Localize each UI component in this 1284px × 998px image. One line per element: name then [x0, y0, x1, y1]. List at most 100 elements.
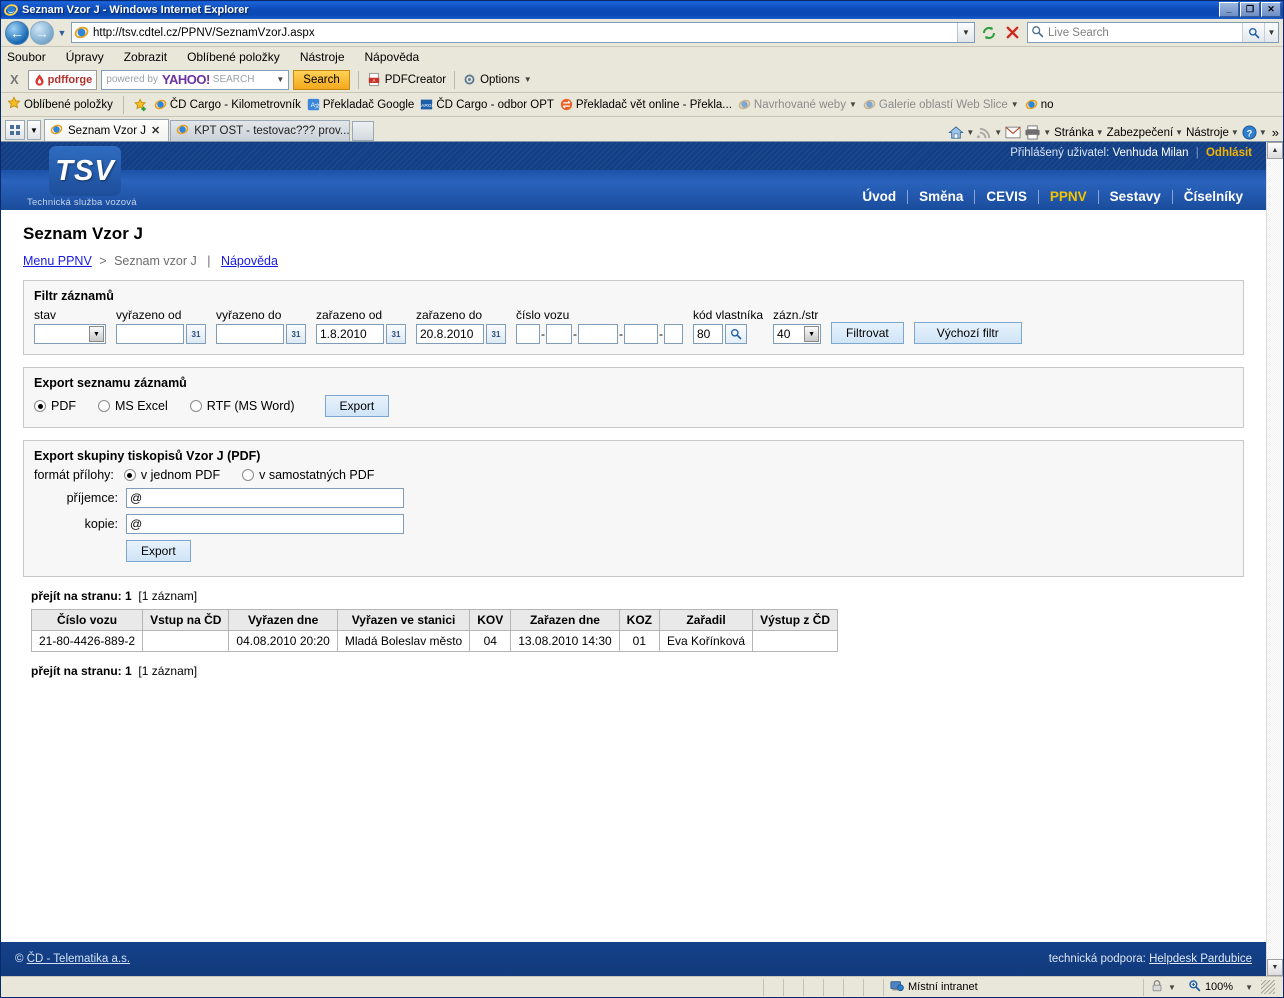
prijemce-input[interactable]: [126, 488, 404, 508]
radio-rtf-dot[interactable]: [189, 400, 202, 412]
menu-item-upravy[interactable]: Úpravy: [66, 50, 104, 64]
resize-grip[interactable]: [1261, 980, 1275, 994]
favorite-no[interactable]: no: [1025, 98, 1054, 111]
new-tab-button[interactable]: [352, 121, 375, 141]
address-dropdown-icon[interactable]: ▼: [957, 23, 974, 42]
feeds-button[interactable]: ▼: [977, 125, 1002, 140]
table-row[interactable]: 21-80-4426-889-2 04.08.2010 20:20 Mladá …: [30, 630, 839, 652]
help-menu-button[interactable]: ? ▼: [1242, 125, 1267, 140]
kod-vlastnika-input[interactable]: [693, 324, 723, 344]
logout-link[interactable]: Odhlásit: [1206, 147, 1252, 159]
print-button[interactable]: ▼: [1024, 125, 1051, 140]
restore-button[interactable]: ❐: [1240, 2, 1260, 17]
tools-caret-icon[interactable]: ▼: [1231, 128, 1239, 137]
command-bar-overflow-icon[interactable]: »: [1270, 125, 1279, 140]
home-button[interactable]: ▼: [948, 125, 974, 140]
favorite-cd-cargo-odbor-opt[interactable]: CARGO ČD Cargo - odbor OPT: [420, 98, 554, 111]
zarazeno-od-input[interactable]: [316, 324, 384, 344]
protected-mode-caret-icon[interactable]: ▼: [1168, 983, 1176, 992]
radio-v-samostatnych-pdf-dot[interactable]: [242, 469, 255, 481]
copyright-link[interactable]: ČD - Telematika a.s.: [27, 953, 130, 965]
menu-item-soubor[interactable]: Soubor: [7, 50, 46, 64]
forward-button[interactable]: →: [30, 20, 54, 45]
tab-kpt-ost[interactable]: KPT OST - testovac??? prov...: [170, 120, 351, 141]
pager-top-page[interactable]: 1: [125, 589, 132, 603]
zoom-area[interactable]: 100% ▼: [1182, 979, 1283, 995]
refresh-button[interactable]: [978, 22, 1000, 44]
pdfforge-logo[interactable]: pdfforge: [27, 69, 98, 90]
radio-v-jednom-pdf[interactable]: v jednom PDF: [123, 468, 220, 482]
cislo-vozu-part-4[interactable]: [624, 324, 658, 344]
vyrazeno-do-input[interactable]: [216, 324, 284, 344]
tab-close-icon[interactable]: ✕: [151, 124, 160, 137]
stav-dropdown-icon[interactable]: ▼: [89, 326, 104, 342]
close-toolbar-icon[interactable]: X: [5, 72, 24, 87]
menu-item-nastroje[interactable]: Nástroje: [300, 50, 345, 64]
column-koz[interactable]: KOZ: [618, 609, 661, 631]
radio-ms-excel[interactable]: MS Excel: [98, 399, 168, 413]
tools-menu-button[interactable]: Nástroje ▼: [1186, 127, 1239, 139]
quick-tabs-icon[interactable]: [5, 120, 25, 140]
options-caret-icon[interactable]: ▼: [524, 75, 532, 84]
radio-pdf-dot[interactable]: [34, 400, 46, 412]
radio-ms-excel-dot[interactable]: [98, 400, 110, 412]
scroll-down-arrow-icon[interactable]: ▼: [1267, 959, 1283, 976]
yahoo-search-input[interactable]: powered by YAHOO! SEARCH ▼: [101, 69, 290, 90]
vyrazeno-od-input[interactable]: [116, 324, 184, 344]
menu-item-oblibene-polozky[interactable]: Oblíbené položky: [187, 50, 280, 64]
tab-list-dropdown-icon[interactable]: ▼: [27, 120, 41, 140]
search-box[interactable]: Live Search ▼: [1027, 22, 1279, 43]
column-vyrazen-ve-stanici[interactable]: Vyřazen ve stanici: [336, 609, 471, 631]
feeds-caret-icon[interactable]: ▼: [994, 128, 1002, 137]
favorites-button[interactable]: Oblíbené položky: [7, 96, 113, 113]
nav-item-ppnv[interactable]: PPNV: [1039, 189, 1098, 204]
favorite-prekladac-vet-online[interactable]: Překladač vět online - Překla...: [560, 98, 732, 111]
stav-select[interactable]: ▼: [34, 324, 106, 344]
lookup-search-icon[interactable]: [725, 324, 747, 344]
scroll-up-arrow-icon[interactable]: ▲: [1267, 142, 1283, 159]
breadcrumb-menu-ppnv[interactable]: Menu PPNV: [23, 254, 92, 268]
export-list-button[interactable]: Export: [324, 395, 390, 417]
help-caret-icon[interactable]: ▼: [1259, 128, 1267, 137]
cislo-vozu-part-3[interactable]: [578, 324, 618, 344]
pdfcreator-button[interactable]: A PDFCreator: [367, 72, 446, 87]
column-kov[interactable]: KOV: [469, 609, 512, 631]
radio-v-samostatnych-pdf[interactable]: v samostatných PDF: [242, 468, 374, 482]
favorite-cd-cargo-kilometrovnik[interactable]: ČD Cargo - Kilometrovník: [154, 98, 301, 111]
radio-pdf[interactable]: PDF: [34, 399, 76, 413]
safety-caret-icon[interactable]: ▼: [1175, 128, 1183, 137]
column-zaradil[interactable]: Zařadil: [659, 609, 754, 631]
options-button[interactable]: Options ▼: [463, 73, 532, 86]
address-bar[interactable]: http://tsv.cdtel.cz/PPNV/SeznamVzorJ.asp…: [71, 22, 975, 43]
add-to-favorites-icon[interactable]: [134, 97, 148, 112]
calendar-icon-vyrazeno-od[interactable]: 31: [186, 324, 206, 344]
zazn-str-dropdown-icon[interactable]: ▼: [804, 326, 820, 342]
nav-item-smena[interactable]: Směna: [908, 189, 974, 204]
page-menu-button[interactable]: Stránka ▼: [1054, 127, 1104, 139]
calendar-icon-zarazeno-do[interactable]: 31: [486, 324, 506, 344]
calendar-icon-zarazeno-od[interactable]: 31: [386, 324, 406, 344]
vertical-scrollbar[interactable]: ▲ ▼: [1266, 142, 1283, 976]
search-submit-icon[interactable]: [1242, 23, 1264, 42]
yahoo-dropdown-icon[interactable]: ▼: [276, 75, 288, 84]
column-zarazen-dne[interactable]: Zařazen dne: [510, 609, 620, 631]
zoom-caret-icon[interactable]: ▼: [1245, 983, 1253, 992]
breadcrumb-help-link[interactable]: Nápověda: [221, 254, 278, 268]
page-caret-icon[interactable]: ▼: [1096, 128, 1104, 137]
web-slice-gallery-button[interactable]: Galerie oblastí Web Slice ▼: [863, 98, 1019, 111]
security-zone[interactable]: Místní intranet: [884, 978, 1145, 996]
menu-item-napoveda[interactable]: Nápověda: [365, 50, 420, 64]
filtrovat-button[interactable]: Filtrovat: [831, 322, 904, 344]
close-button[interactable]: ✕: [1261, 2, 1281, 17]
column-vyrazen-dne[interactable]: Vyřazen dne: [228, 609, 338, 631]
export-group-button[interactable]: Export: [126, 540, 191, 562]
vychozi-filtr-button[interactable]: Výchozí filtr: [913, 322, 1022, 344]
column-vystup-z-cd[interactable]: Výstup z ČD: [752, 609, 839, 631]
nav-item-uvod[interactable]: Úvod: [851, 189, 907, 204]
minimize-button[interactable]: _: [1219, 2, 1239, 17]
protected-mode-area[interactable]: ▼: [1144, 979, 1182, 996]
column-vstup-na-cd[interactable]: Vstup na ČD: [142, 609, 230, 631]
search-provider-dropdown-icon[interactable]: ▼: [1264, 23, 1278, 42]
print-caret-icon[interactable]: ▼: [1043, 128, 1051, 137]
favorite-prekladac-google[interactable]: A文 Překladač Google: [307, 98, 414, 111]
